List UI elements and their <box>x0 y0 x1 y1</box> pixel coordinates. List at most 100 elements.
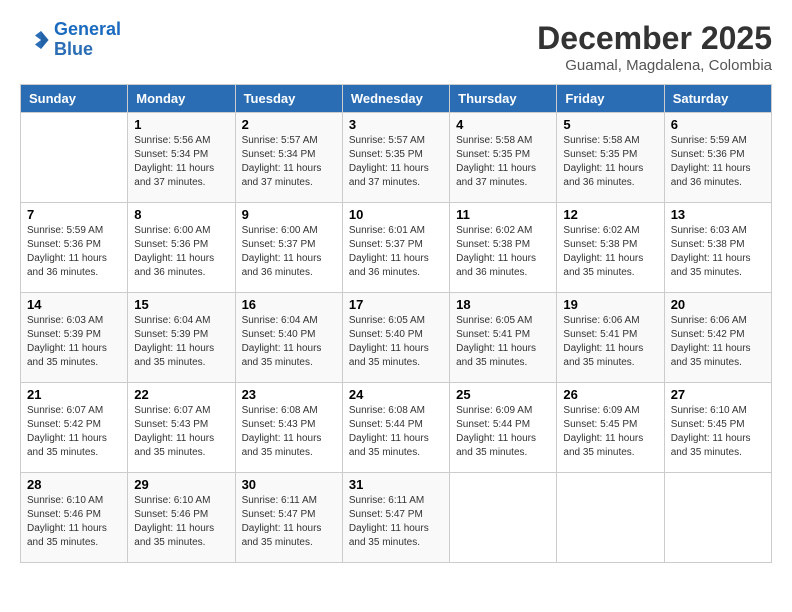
calendar-cell: 8 Sunrise: 6:00 AMSunset: 5:36 PMDayligh… <box>128 203 235 293</box>
calendar-cell: 16 Sunrise: 6:04 AMSunset: 5:40 PMDaylig… <box>235 293 342 383</box>
day-info: Sunrise: 6:09 AMSunset: 5:44 PMDaylight:… <box>456 405 536 458</box>
day-info: Sunrise: 6:05 AMSunset: 5:40 PMDaylight:… <box>349 315 429 368</box>
day-number: 16 <box>242 297 336 312</box>
day-number: 26 <box>563 387 657 402</box>
calendar-cell: 6 Sunrise: 5:59 AMSunset: 5:36 PMDayligh… <box>664 113 771 203</box>
day-info: Sunrise: 6:10 AMSunset: 5:46 PMDaylight:… <box>27 495 107 548</box>
calendar-cell: 23 Sunrise: 6:08 AMSunset: 5:43 PMDaylig… <box>235 383 342 473</box>
calendar-cell: 12 Sunrise: 6:02 AMSunset: 5:38 PMDaylig… <box>557 203 664 293</box>
calendar-cell: 7 Sunrise: 5:59 AMSunset: 5:36 PMDayligh… <box>21 203 128 293</box>
calendar-cell: 2 Sunrise: 5:57 AMSunset: 5:34 PMDayligh… <box>235 113 342 203</box>
day-number: 3 <box>349 117 443 132</box>
calendar-cell: 15 Sunrise: 6:04 AMSunset: 5:39 PMDaylig… <box>128 293 235 383</box>
header: General Blue December 2025 Guamal, Magda… <box>20 20 772 74</box>
calendar-cell: 1 Sunrise: 5:56 AMSunset: 5:34 PMDayligh… <box>128 113 235 203</box>
calendar-cell: 28 Sunrise: 6:10 AMSunset: 5:46 PMDaylig… <box>21 473 128 563</box>
day-number: 18 <box>456 297 550 312</box>
day-info: Sunrise: 5:59 AMSunset: 5:36 PMDaylight:… <box>671 135 751 188</box>
day-number: 23 <box>242 387 336 402</box>
logo-icon <box>20 25 50 55</box>
day-info: Sunrise: 6:03 AMSunset: 5:38 PMDaylight:… <box>671 225 751 278</box>
calendar-week-row: 7 Sunrise: 5:59 AMSunset: 5:36 PMDayligh… <box>21 203 772 293</box>
day-number: 25 <box>456 387 550 402</box>
calendar-cell: 3 Sunrise: 5:57 AMSunset: 5:35 PMDayligh… <box>342 113 449 203</box>
day-number: 14 <box>27 297 121 312</box>
calendar-cell: 17 Sunrise: 6:05 AMSunset: 5:40 PMDaylig… <box>342 293 449 383</box>
day-info: Sunrise: 6:05 AMSunset: 5:41 PMDaylight:… <box>456 315 536 368</box>
day-info: Sunrise: 5:57 AMSunset: 5:34 PMDaylight:… <box>242 135 322 188</box>
day-number: 8 <box>134 207 228 222</box>
day-number: 30 <box>242 477 336 492</box>
day-info: Sunrise: 6:11 AMSunset: 5:47 PMDaylight:… <box>242 495 322 548</box>
day-number: 31 <box>349 477 443 492</box>
day-info: Sunrise: 5:57 AMSunset: 5:35 PMDaylight:… <box>349 135 429 188</box>
day-number: 19 <box>563 297 657 312</box>
logo-text: General Blue <box>54 20 121 60</box>
day-number: 6 <box>671 117 765 132</box>
calendar-cell <box>557 473 664 563</box>
day-number: 9 <box>242 207 336 222</box>
header-cell-monday: Monday <box>128 85 235 113</box>
calendar-table: SundayMondayTuesdayWednesdayThursdayFrid… <box>20 84 772 563</box>
day-info: Sunrise: 6:08 AMSunset: 5:44 PMDaylight:… <box>349 405 429 458</box>
subtitle: Guamal, Magdalena, Colombia <box>537 57 772 74</box>
header-cell-wednesday: Wednesday <box>342 85 449 113</box>
calendar-cell <box>664 473 771 563</box>
day-info: Sunrise: 6:10 AMSunset: 5:46 PMDaylight:… <box>134 495 214 548</box>
calendar-cell: 29 Sunrise: 6:10 AMSunset: 5:46 PMDaylig… <box>128 473 235 563</box>
calendar-week-row: 1 Sunrise: 5:56 AMSunset: 5:34 PMDayligh… <box>21 113 772 203</box>
calendar-week-row: 28 Sunrise: 6:10 AMSunset: 5:46 PMDaylig… <box>21 473 772 563</box>
day-info: Sunrise: 6:07 AMSunset: 5:42 PMDaylight:… <box>27 405 107 458</box>
day-number: 21 <box>27 387 121 402</box>
title-area: December 2025 Guamal, Magdalena, Colombi… <box>537 20 772 74</box>
calendar-cell <box>21 113 128 203</box>
calendar-cell: 18 Sunrise: 6:05 AMSunset: 5:41 PMDaylig… <box>450 293 557 383</box>
day-number: 15 <box>134 297 228 312</box>
day-number: 27 <box>671 387 765 402</box>
calendar-cell: 30 Sunrise: 6:11 AMSunset: 5:47 PMDaylig… <box>235 473 342 563</box>
calendar-cell: 5 Sunrise: 5:58 AMSunset: 5:35 PMDayligh… <box>557 113 664 203</box>
day-info: Sunrise: 6:11 AMSunset: 5:47 PMDaylight:… <box>349 495 429 548</box>
main-title: December 2025 <box>537 20 772 57</box>
calendar-cell: 31 Sunrise: 6:11 AMSunset: 5:47 PMDaylig… <box>342 473 449 563</box>
day-info: Sunrise: 5:58 AMSunset: 5:35 PMDaylight:… <box>456 135 536 188</box>
calendar-week-row: 14 Sunrise: 6:03 AMSunset: 5:39 PMDaylig… <box>21 293 772 383</box>
day-number: 17 <box>349 297 443 312</box>
day-number: 2 <box>242 117 336 132</box>
calendar-cell: 26 Sunrise: 6:09 AMSunset: 5:45 PMDaylig… <box>557 383 664 473</box>
day-info: Sunrise: 5:56 AMSunset: 5:34 PMDaylight:… <box>134 135 214 188</box>
logo: General Blue <box>20 20 121 60</box>
calendar-week-row: 21 Sunrise: 6:07 AMSunset: 5:42 PMDaylig… <box>21 383 772 473</box>
day-info: Sunrise: 6:07 AMSunset: 5:43 PMDaylight:… <box>134 405 214 458</box>
calendar-cell: 11 Sunrise: 6:02 AMSunset: 5:38 PMDaylig… <box>450 203 557 293</box>
calendar-cell: 9 Sunrise: 6:00 AMSunset: 5:37 PMDayligh… <box>235 203 342 293</box>
calendar-cell: 21 Sunrise: 6:07 AMSunset: 5:42 PMDaylig… <box>21 383 128 473</box>
day-number: 12 <box>563 207 657 222</box>
day-info: Sunrise: 6:00 AMSunset: 5:37 PMDaylight:… <box>242 225 322 278</box>
day-number: 10 <box>349 207 443 222</box>
day-info: Sunrise: 6:10 AMSunset: 5:45 PMDaylight:… <box>671 405 751 458</box>
day-info: Sunrise: 6:04 AMSunset: 5:39 PMDaylight:… <box>134 315 214 368</box>
day-number: 28 <box>27 477 121 492</box>
calendar-cell: 24 Sunrise: 6:08 AMSunset: 5:44 PMDaylig… <box>342 383 449 473</box>
day-number: 29 <box>134 477 228 492</box>
header-cell-tuesday: Tuesday <box>235 85 342 113</box>
day-number: 11 <box>456 207 550 222</box>
calendar-cell: 13 Sunrise: 6:03 AMSunset: 5:38 PMDaylig… <box>664 203 771 293</box>
day-number: 24 <box>349 387 443 402</box>
day-number: 13 <box>671 207 765 222</box>
calendar-cell: 22 Sunrise: 6:07 AMSunset: 5:43 PMDaylig… <box>128 383 235 473</box>
calendar-cell: 27 Sunrise: 6:10 AMSunset: 5:45 PMDaylig… <box>664 383 771 473</box>
day-number: 20 <box>671 297 765 312</box>
day-info: Sunrise: 6:06 AMSunset: 5:42 PMDaylight:… <box>671 315 751 368</box>
calendar-cell: 4 Sunrise: 5:58 AMSunset: 5:35 PMDayligh… <box>450 113 557 203</box>
day-info: Sunrise: 6:00 AMSunset: 5:36 PMDaylight:… <box>134 225 214 278</box>
header-cell-friday: Friday <box>557 85 664 113</box>
calendar-cell: 25 Sunrise: 6:09 AMSunset: 5:44 PMDaylig… <box>450 383 557 473</box>
logo-line1: General <box>54 19 121 39</box>
day-info: Sunrise: 6:04 AMSunset: 5:40 PMDaylight:… <box>242 315 322 368</box>
calendar-cell <box>450 473 557 563</box>
calendar-cell: 20 Sunrise: 6:06 AMSunset: 5:42 PMDaylig… <box>664 293 771 383</box>
header-cell-saturday: Saturday <box>664 85 771 113</box>
day-info: Sunrise: 6:01 AMSunset: 5:37 PMDaylight:… <box>349 225 429 278</box>
